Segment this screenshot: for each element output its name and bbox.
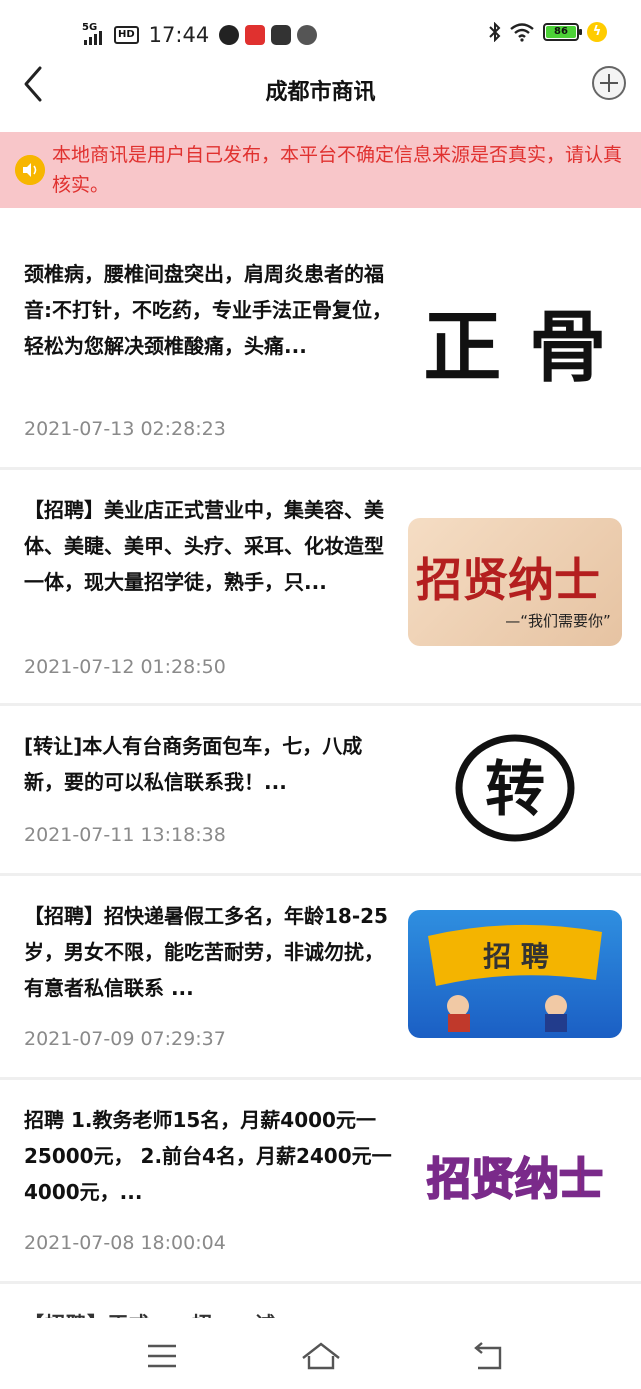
item-title: 招聘 1.教务老师15名，月薪4000元一25000元， 2.前台4名，月薪24… (24, 1108, 392, 1204)
app-notification-icon (219, 25, 240, 45)
item-title: 【招聘】美业店正式营业中，集美容、美体、美睫、美甲、头疗、采耳、化妆造型一体，现… (24, 498, 384, 594)
status-time: 17:44 (148, 23, 210, 47)
item-thumbnail: 招 聘 (408, 910, 622, 1038)
list-item-partial[interactable]: 【招聘】正式……招……诚…… (0, 1290, 641, 1320)
app-notification-icon (271, 25, 292, 45)
item-title: [转让]本人有台商务面包车，七，八成新，要的可以私信联系我！... (24, 734, 363, 794)
battery-level: 86 (546, 26, 576, 38)
thumb-text: 招贤纳士 (416, 553, 600, 607)
list-item[interactable]: 【招聘】招快递暑假工多名，年龄18-25岁，男女不限，能吃苦耐劳，非诚勿扰，有意… (0, 876, 641, 1080)
list-item[interactable]: 【招聘】美业店正式营业中，集美容、美体、美睫、美甲、头疗、采耳、化妆造型一体，现… (0, 470, 641, 706)
signal-icon: 5G (82, 23, 108, 47)
hd-badge: HD (114, 26, 139, 44)
status-bar-left: 5G HD 17:44 (82, 20, 318, 50)
status-bar-right: 86 ϟ (489, 22, 607, 42)
item-thumbnail: 招贤纳士 —“我们需要你” (408, 518, 622, 646)
item-title: 颈椎病，腰椎间盘突出，肩周炎患者的福音:不打针，不吃药，专业手法正骨复位，轻松为… (24, 262, 392, 358)
thumb-text: 转 (485, 755, 545, 825)
notice-text: 本地商讯是用户自己发布，本平台不确定信息来源是否真实，请认真核实。 (52, 144, 623, 196)
charging-icon: ϟ (587, 22, 607, 42)
home-icon[interactable] (300, 1338, 342, 1374)
thumb-subtext: —“我们需要你” (505, 612, 611, 630)
speaker-icon (15, 155, 45, 185)
nav-bar: 成都市商讯 (0, 60, 641, 132)
item-date: 2021-07-09 07:29:37 (24, 1028, 226, 1050)
thumb-text: 正 骨 (423, 302, 606, 393)
system-nav-bar (0, 1318, 641, 1389)
list-item[interactable]: [转让]本人有台商务面包车，七，八成新，要的可以私信联系我！... 2021-0… (0, 706, 641, 876)
app-notification-icon (245, 25, 266, 45)
item-title: 【招聘】招快递暑假工多名，年龄18-25岁，男女不限，能吃苦耐劳，非诚勿扰，有意… (24, 904, 388, 1000)
notice-banner: 本地商讯是用户自己发布，本平台不确定信息来源是否真实，请认真核实。 (0, 132, 641, 208)
list-item[interactable]: 颈椎病，腰椎间盘突出，肩周炎患者的福音:不打针，不吃药，专业手法正骨复位，轻松为… (0, 208, 641, 470)
item-date: 2021-07-12 01:28:50 (24, 656, 226, 678)
item-thumbnail: 招贤纳士 (408, 1114, 622, 1242)
item-thumbnail: 转 (408, 726, 622, 854)
item-date: 2021-07-11 13:18:38 (24, 824, 226, 846)
bluetooth-icon (489, 22, 501, 42)
plus-circle-icon[interactable] (592, 66, 626, 100)
wifi-icon (510, 23, 534, 42)
app-notification-icon (297, 25, 318, 45)
status-bar: 5G HD 17:44 86 ϟ (0, 0, 641, 68)
menu-icon[interactable] (142, 1338, 182, 1374)
thumb-text: 招贤纳士 (427, 1154, 603, 1205)
battery-icon: 86 (543, 23, 582, 41)
thumb-text: 招 聘 (483, 940, 549, 973)
page-title: 成都市商讯 (265, 80, 376, 105)
item-date: 2021-07-08 18:00:04 (24, 1232, 226, 1254)
item-date: 2021-07-13 02:28:23 (24, 418, 226, 440)
list-item[interactable]: 招聘 1.教务老师15名，月薪4000元一25000元， 2.前台4名，月薪24… (0, 1080, 641, 1284)
item-thumbnail: 正 骨 (408, 284, 622, 412)
back-icon[interactable] (468, 1338, 508, 1374)
